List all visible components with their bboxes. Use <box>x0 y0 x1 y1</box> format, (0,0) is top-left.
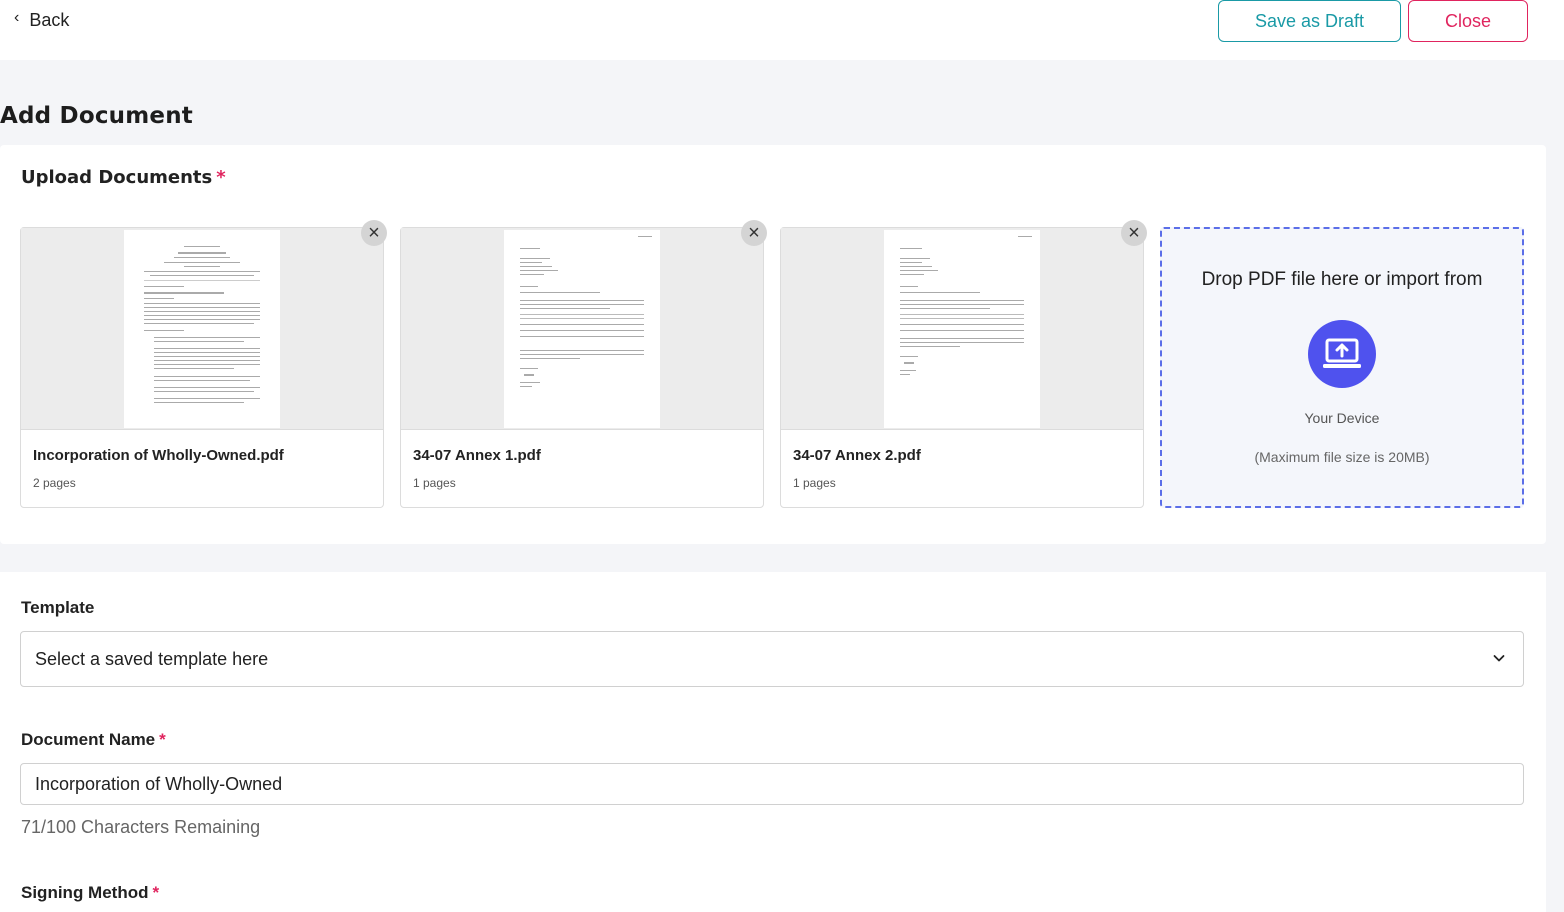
file-name: 34-07 Annex 2.pdf <box>793 447 921 464</box>
upload-section-label: Upload Documents * <box>21 167 226 188</box>
file-name: 34-07 Annex 1.pdf <box>413 447 541 464</box>
signing-method-label-text: Signing Method <box>21 883 149 902</box>
upload-label-text: Upload Documents <box>21 167 213 188</box>
pdf-dropzone[interactable]: Drop PDF file here or import from Your D… <box>1160 227 1524 508</box>
file-card[interactable]: 34-07 Annex 1.pdf 1 pages × <box>400 220 767 508</box>
page-title: Add Document <box>0 103 193 129</box>
file-page-count: 1 pages <box>793 476 836 490</box>
template-select-value: Select a saved template here <box>35 649 269 669</box>
close-button[interactable]: Close <box>1408 0 1528 42</box>
document-name-input[interactable] <box>20 763 1524 805</box>
file-page-count: 1 pages <box>413 476 456 490</box>
pdf-page-preview <box>884 230 1040 428</box>
template-label: Template <box>21 598 95 617</box>
back-button[interactable]: ‹ Back <box>14 8 69 32</box>
chevron-down-icon <box>1493 655 1505 662</box>
max-file-size-note: (Maximum file size is 20MB) <box>1254 449 1430 465</box>
document-name-label-text: Document Name <box>21 730 156 749</box>
remove-file-button[interactable]: × <box>741 220 767 246</box>
chevron-left-icon: ‹ <box>14 9 20 26</box>
file-page-count: 2 pages <box>33 476 76 490</box>
back-label: Back <box>29 9 70 30</box>
file-thumbnail <box>21 228 383 430</box>
remove-file-button[interactable]: × <box>361 220 387 246</box>
file-thumbnail <box>401 228 763 430</box>
close-icon: × <box>368 222 380 244</box>
signing-method-label: Signing Method * <box>21 883 159 903</box>
top-bar: ‹ Back Save as Draft Close <box>0 0 1564 60</box>
pdf-page-preview <box>504 230 660 428</box>
form-card: Template Select a saved template here Do… <box>0 572 1546 912</box>
file-card[interactable]: 34-07 Annex 2.pdf 1 pages × <box>780 220 1147 508</box>
laptop-upload-icon <box>1323 338 1361 368</box>
document-name-label: Document Name * <box>21 730 166 750</box>
characters-remaining: 71/100 Characters Remaining <box>21 817 261 837</box>
dropzone-text: Drop PDF file here or import from <box>1201 269 1483 290</box>
required-mark: * <box>159 730 166 749</box>
save-draft-button[interactable]: Save as Draft <box>1218 0 1401 42</box>
required-mark: * <box>216 167 226 188</box>
template-select[interactable]: Select a saved template here <box>20 631 1524 687</box>
close-icon: × <box>748 222 760 244</box>
upload-card: Upload Documents * Incorporation of Whol… <box>0 145 1546 544</box>
required-mark: * <box>152 883 160 902</box>
file-thumbnail <box>781 228 1143 430</box>
file-name: Incorporation of Wholly-Owned.pdf <box>33 447 284 464</box>
import-from-device-button[interactable] <box>1308 320 1376 388</box>
close-icon: × <box>1128 222 1140 244</box>
device-label: Your Device <box>1304 410 1380 426</box>
file-card[interactable]: Incorporation of Wholly-Owned.pdf 2 page… <box>20 220 387 508</box>
pdf-page-preview <box>124 230 280 428</box>
remove-file-button[interactable]: × <box>1121 220 1147 246</box>
